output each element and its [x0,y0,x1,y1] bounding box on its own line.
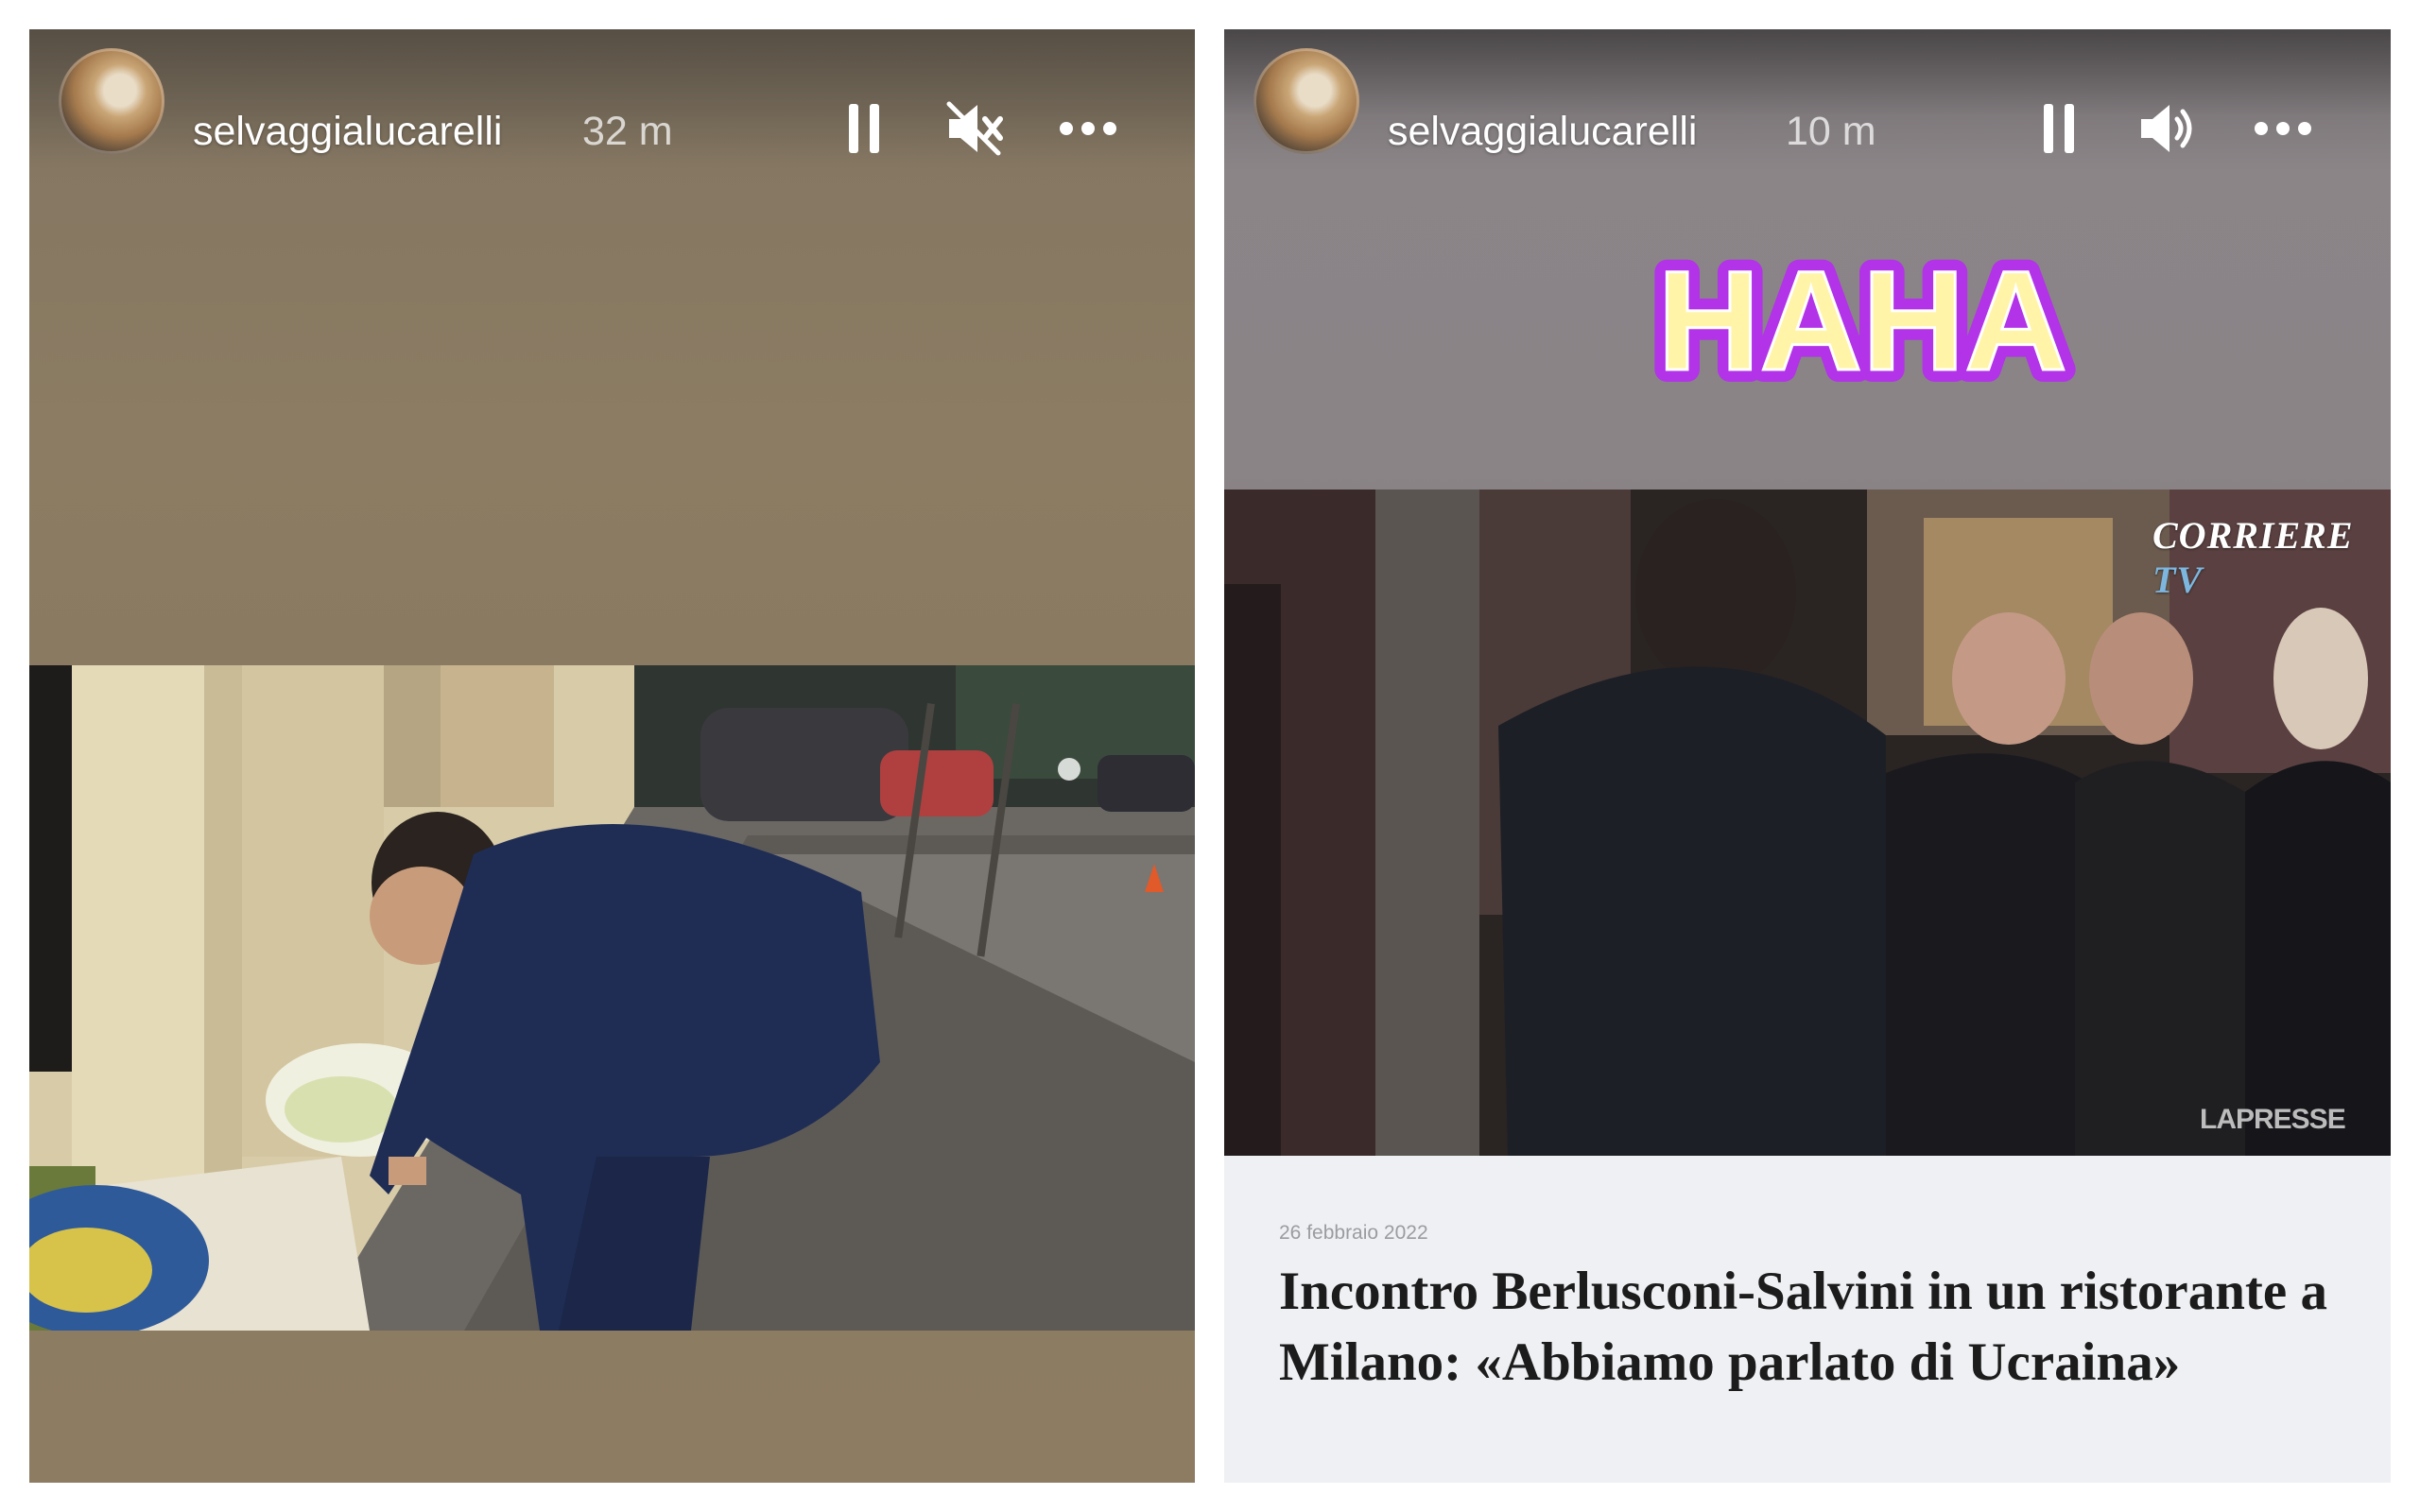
story-left[interactable]: selvaggialucarelli 32 m [29,29,1195,1483]
pause-icon [2044,104,2074,153]
haha-sticker: HAHA HAHA [1635,209,2089,440]
article-title[interactable]: Incontro Berlusconi-Salvini in un ristor… [1279,1256,2357,1398]
more-options-button[interactable] [1055,97,1121,160]
avatar[interactable] [59,48,164,154]
lapresse-watermark: LAPRESSE [2200,1104,2346,1135]
pause-button[interactable] [2031,97,2087,160]
more-dots-icon [1060,122,1116,135]
mute-button[interactable] [2127,97,2203,160]
speaker-muted-icon [946,101,1003,156]
story-username[interactable]: selvaggialucarelli [193,107,502,156]
more-options-button[interactable] [2250,97,2316,160]
story-timestamp: 32 m [582,109,673,154]
avatar[interactable] [1253,48,1359,154]
unmute-button[interactable] [937,97,1012,160]
embedded-video[interactable]: CORRIERE TV LAPRESSE [1224,490,2391,1156]
story-right[interactable]: HAHA HAHA CORRIERE TV LAPRESSE 26 febbra… [1224,29,2391,1483]
story-timestamp: 10 m [1786,109,1876,154]
story-username[interactable]: selvaggialucarelli [1388,107,1697,156]
article-date: 26 febbraio 2022 [1279,1222,1428,1244]
photo-scene [29,665,1195,1336]
pause-button[interactable] [836,97,892,160]
story-photo [29,665,1195,1336]
more-dots-icon [2255,122,2311,135]
pause-icon [849,104,879,153]
corriere-tv-watermark: CORRIERE TV [2152,514,2354,601]
sticker-text: HAHA [1657,241,2066,400]
speaker-on-icon [2141,105,2192,152]
